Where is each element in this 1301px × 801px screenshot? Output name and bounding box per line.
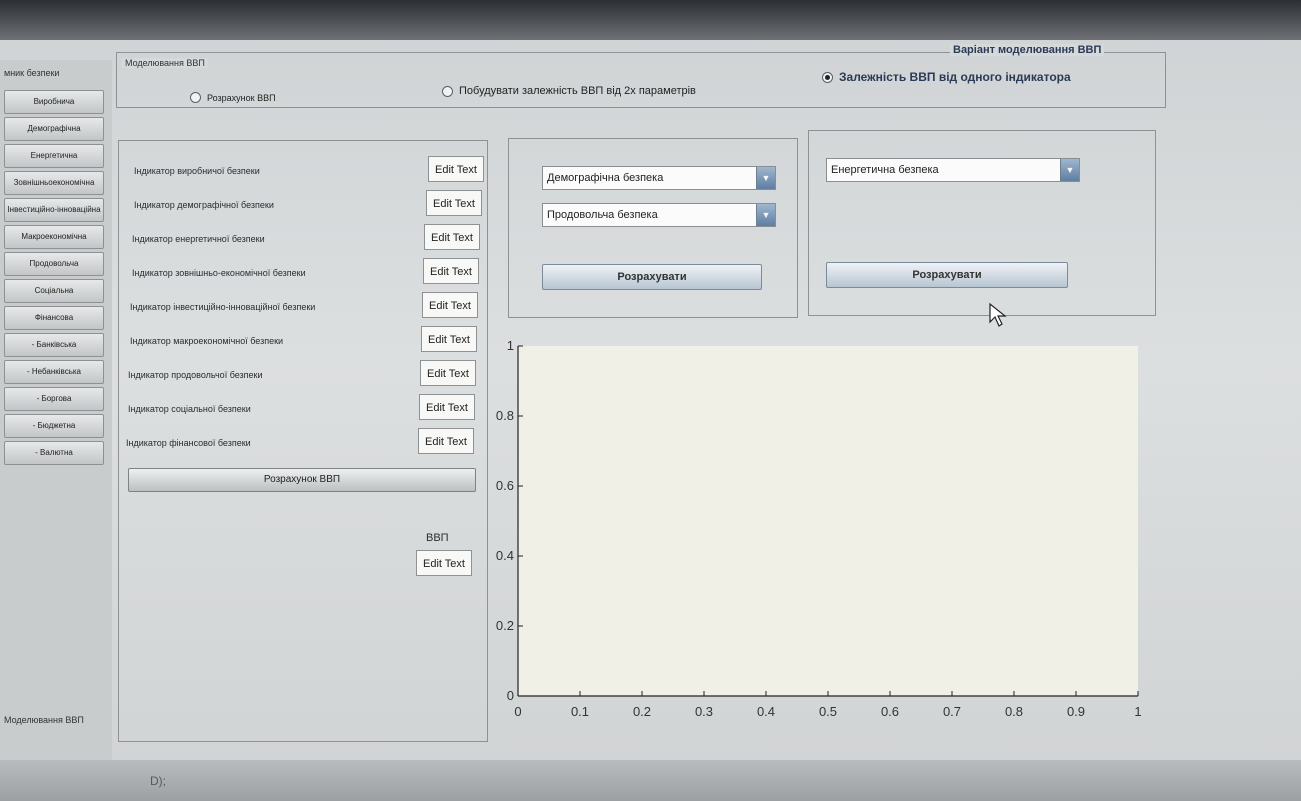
calculate-one-param-button[interactable]: Розрахувати	[826, 262, 1068, 288]
indicator-label: Індикатор демографічної безпеки	[134, 200, 274, 210]
sidebar-item[interactable]: - Валютна	[4, 441, 104, 465]
param2-select-value: Продовольча безпека	[547, 209, 658, 221]
sidebar-item[interactable]: - Небанківська	[4, 360, 104, 384]
x-tick-label: 0.1	[571, 704, 589, 719]
y-tick-label: 0	[507, 688, 514, 703]
modeling-group-title: Моделювання ВВП	[122, 58, 208, 68]
radio-two-params[interactable]: Побудувати залежність ВВП від 2х парамет…	[442, 85, 696, 97]
sidebar-item[interactable]: - Боргова	[4, 387, 104, 411]
plot-svg: 0 0.1 0.2 0.3 0.4 0.5 0.6 0.7 0.8 0.9 1 0 0.2 0.4 0.6 0…	[496, 340, 1142, 719]
sidebar-item[interactable]: - Бюджетна	[4, 414, 104, 438]
gdp-label: ВВП	[426, 532, 449, 544]
sidebar-item[interactable]: Демографічна	[4, 117, 104, 141]
radio-one-indicator-label: Залежність ВВП від одного індикатора	[839, 70, 1071, 84]
plot-axes[interactable]: 0 0.1 0.2 0.3 0.4 0.5 0.6 0.7 0.8 0.9 1 0 0.2 0.4 0.6 0…	[490, 340, 1160, 760]
screen: мник безпеки Виробнича Демографічна Енер…	[0, 0, 1301, 801]
radio-gdp-calc[interactable]: Розрахунок ВВП	[190, 92, 276, 103]
x-tick-label: 0.3	[695, 704, 713, 719]
sidebar-item[interactable]: Виробнича	[4, 90, 104, 114]
x-tick-label: 0.4	[757, 704, 775, 719]
window-bottom-bezel: D);	[0, 760, 1301, 801]
param1-select-value: Демографічна безпека	[547, 172, 664, 184]
indicator-label: Індикатор зовнішньо-економічної безпеки	[132, 268, 306, 278]
y-tick-label: 0.4	[496, 548, 514, 563]
param1-select[interactable]: Демографічна безпека ▼	[542, 166, 776, 190]
sidebar-item[interactable]: Інвестиційно-інноваційна	[4, 198, 104, 222]
indicator-input[interactable]: Edit Text	[426, 190, 482, 216]
x-tick-label: 0.2	[633, 704, 651, 719]
dropdown-arrow-icon[interactable]: ▼	[756, 167, 775, 189]
indicator-label: Індикатор соціальної безпеки	[128, 404, 251, 414]
sidebar-item[interactable]: Макроекономічна	[4, 225, 104, 249]
y-tick-label: 0.2	[496, 618, 514, 633]
radio-gdp-calc-label: Розрахунок ВВП	[207, 92, 276, 103]
gdp-output[interactable]: Edit Text	[416, 550, 472, 576]
radio-one-indicator[interactable]: Залежність ВВП від одного індикатора	[822, 70, 1071, 84]
gdp-calc-button[interactable]: Розрахунок ВВП	[128, 468, 476, 492]
indicator-label: Індикатор фінансової безпеки	[126, 438, 251, 448]
indicator-input[interactable]: Edit Text	[421, 326, 477, 352]
indicator-label: Індикатор виробничої безпеки	[134, 166, 260, 176]
sidebar-item[interactable]: Продовольча	[4, 252, 104, 276]
sidebar-header: мник безпеки	[4, 68, 60, 78]
sidebar: мник безпеки Виробнича Демографічна Енер…	[0, 60, 112, 760]
sidebar-item[interactable]: - Банківська	[4, 333, 104, 357]
radio-two-params-label: Побудувати залежність ВВП від 2х парамет…	[459, 85, 696, 97]
indicator-label: Індикатор енергетичної безпеки	[132, 234, 265, 244]
x-tick-label: 0	[514, 704, 521, 719]
x-tick-label: 0.5	[819, 704, 837, 719]
x-tick-label: 0.9	[1067, 704, 1085, 719]
y-tick-label: 1	[507, 340, 514, 353]
modeling-variant-title: Варіант моделювання ВВП	[950, 44, 1105, 56]
mouse-pointer-icon	[989, 302, 1007, 327]
indicator-select[interactable]: Енергетична безпека ▼	[826, 158, 1080, 182]
x-tick-label: 0.6	[881, 704, 899, 719]
window-top-bezel	[0, 0, 1301, 40]
x-tick-label: 0.7	[943, 704, 961, 719]
radio-button[interactable]	[190, 92, 201, 103]
radio-button[interactable]	[822, 71, 833, 83]
indicator-label: Індикатор продовольчої безпеки	[128, 370, 263, 380]
y-tick-label: 0.8	[496, 408, 514, 423]
indicator-input[interactable]: Edit Text	[420, 360, 476, 386]
dropdown-arrow-icon[interactable]: ▼	[1060, 159, 1079, 181]
indicator-label: Індикатор інвестиційно-інноваційної безп…	[130, 302, 316, 312]
calculate-two-params-button[interactable]: Розрахувати	[542, 264, 762, 290]
indicator-label: Індикатор макроекономічної безпеки	[130, 336, 284, 346]
sidebar-item[interactable]: Енергетична	[4, 144, 104, 168]
sidebar-item[interactable]: Соціальна	[4, 279, 104, 303]
plot-area	[518, 346, 1138, 696]
two-param-panel	[508, 138, 798, 318]
indicator-input[interactable]: Edit Text	[419, 394, 475, 420]
status-stub: D);	[150, 774, 166, 788]
dropdown-arrow-icon[interactable]: ▼	[756, 204, 775, 226]
param2-select[interactable]: Продовольча безпека ▼	[542, 203, 776, 227]
indicator-input[interactable]: Edit Text	[422, 292, 478, 318]
indicator-input[interactable]: Edit Text	[418, 428, 474, 454]
sidebar-item[interactable]: Зовнішньоекономічна	[4, 171, 104, 195]
indicator-input[interactable]: Edit Text	[424, 224, 480, 250]
indicator-input[interactable]: Edit Text	[428, 156, 484, 182]
x-tick-label: 0.8	[1005, 704, 1023, 719]
y-tick-label: 0.6	[496, 478, 514, 493]
indicator-input[interactable]: Edit Text	[423, 258, 479, 284]
sidebar-footer: Моделювання ВВП	[4, 715, 84, 725]
radio-button[interactable]	[442, 85, 453, 97]
sidebar-item[interactable]: Фінансова	[4, 306, 104, 330]
x-tick-label: 1	[1134, 704, 1141, 719]
indicator-select-value: Енергетична безпека	[831, 164, 939, 176]
